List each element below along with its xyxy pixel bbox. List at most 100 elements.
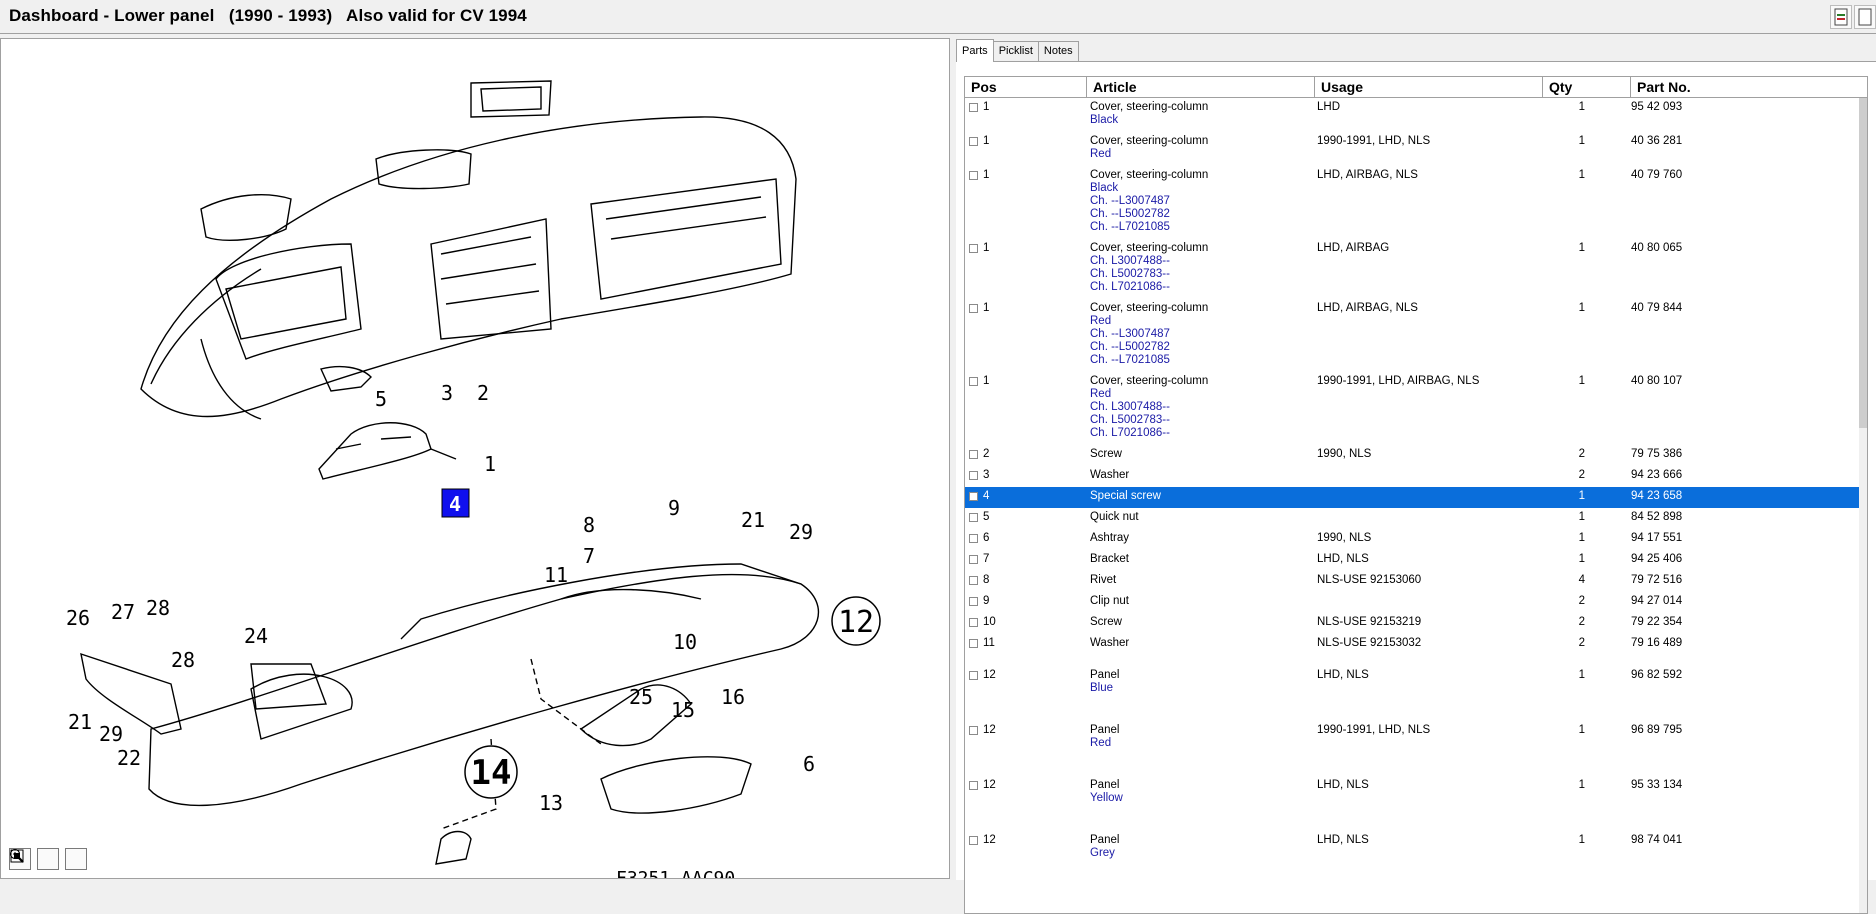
callout-26[interactable]: 26 [66, 606, 90, 630]
table-row[interactable]: 1 Cover, steering-column Red 1990-1991, LHD… [965, 132, 1860, 166]
table-row[interactable]: 10 Screw NLS-USE 92153219 2 79 22 354 [965, 613, 1860, 634]
row-checkbox[interactable] [969, 450, 978, 459]
callout-2[interactable]: 2 [477, 381, 489, 405]
tab-parts[interactable]: Parts [956, 39, 994, 62]
callout-8[interactable]: 8 [583, 513, 595, 537]
callout-21-top[interactable]: 21 [741, 508, 765, 532]
cell-qty-text: 1 [1578, 669, 1585, 681]
vertical-scrollbar[interactable] [1859, 98, 1867, 913]
article-detail: Red [1090, 315, 1112, 327]
callout-11[interactable]: 11 [544, 563, 568, 587]
row-checkbox[interactable] [969, 471, 978, 480]
exploded-drawing[interactable]: 5 3 2 1 8 9 21 29 7 11 26 27 28 28 24 10… [0, 38, 950, 879]
fit-page-icon[interactable] [10, 848, 87, 870]
table-row[interactable]: 11 Washer NLS-USE 92153032 2 79 16 489 [965, 634, 1860, 655]
callout-29-left[interactable]: 29 [99, 722, 123, 746]
cell-usage: 1990, NLS [1317, 445, 1371, 461]
callout-10[interactable]: 10 [673, 630, 697, 654]
cell-qty-text: 1 [1578, 242, 1585, 254]
parts-table: Pos Article Usage Qty Part No. 1 Cover, s… [964, 76, 1868, 914]
article-detail: Ch. L7021086-- [1090, 427, 1170, 439]
row-checkbox[interactable] [969, 513, 978, 522]
row-checkbox[interactable] [969, 781, 978, 790]
table-row[interactable]: 12 Panel Grey LHD, NLS 1 98 74 041 [965, 820, 1860, 875]
row-checkbox[interactable] [969, 492, 978, 501]
row-checkbox[interactable] [969, 597, 978, 606]
row-checkbox[interactable] [969, 576, 978, 585]
table-row[interactable]: 6 Ashtray 1990, NLS 1 94 17 551 [965, 529, 1860, 550]
row-checkbox[interactable] [969, 244, 978, 253]
callout-21-left[interactable]: 21 [68, 710, 92, 734]
col-pos[interactable]: Pos [965, 77, 1087, 97]
table-row[interactable]: 8 Rivet NLS-USE 92153060 4 79 72 516 [965, 571, 1860, 592]
callout-25[interactable]: 25 [629, 685, 653, 709]
col-article[interactable]: Article [1087, 77, 1315, 97]
cell-usage: LHD, NLS [1317, 550, 1369, 566]
cell-qty-text: 1 [1578, 724, 1585, 736]
table-row[interactable]: 5 Quick nut 1 84 52 898 [965, 508, 1860, 529]
cell-partno: 79 16 489 [1631, 634, 1682, 650]
row-checkbox[interactable] [969, 103, 978, 112]
row-checkbox[interactable] [969, 726, 978, 735]
cell-usage-text: LHD [1317, 101, 1341, 113]
zoom-out-icon[interactable] [10, 848, 59, 870]
callout-22[interactable]: 22 [117, 746, 141, 770]
table-row[interactable]: 1 Cover, steering-column Red Ch. L3007488--… [965, 372, 1860, 445]
row-checkbox[interactable] [969, 639, 978, 648]
svg-text:14: 14 [471, 753, 512, 793]
callout-9[interactable]: 9 [668, 496, 680, 520]
selected-callout-4[interactable]: 4 [441, 488, 470, 518]
callout-28-b[interactable]: 28 [171, 648, 195, 672]
row-checkbox[interactable] [969, 137, 978, 146]
article-detail: Ch. --L5002782 [1090, 341, 1170, 353]
callout-24[interactable]: 24 [244, 624, 268, 648]
row-checkbox[interactable] [969, 555, 978, 564]
print-icon[interactable] [1854, 5, 1876, 29]
row-checkbox[interactable] [969, 171, 978, 180]
table-row[interactable]: 9 Clip nut 2 94 27 014 [965, 592, 1860, 613]
row-checkbox[interactable] [969, 671, 978, 680]
table-row[interactable]: 12 Panel Blue LHD, NLS 1 96 82 592 [965, 655, 1860, 710]
cell-partno: 96 89 795 [1631, 721, 1682, 737]
row-checkbox[interactable] [969, 304, 978, 313]
tab-notes[interactable]: Notes [1037, 41, 1079, 62]
tab-picklist[interactable]: Picklist [992, 41, 1039, 62]
table-row[interactable]: 4 Special screw 1 94 23 658 [965, 487, 1860, 508]
row-checkbox[interactable] [969, 534, 978, 543]
table-row[interactable]: 12 Panel Red 1990-1991, LHD, NLS 1 96 89 795 [965, 710, 1860, 765]
table-row[interactable]: 1 Cover, steering-column Black LHD 1 95 42 09… [965, 98, 1860, 132]
table-row[interactable]: 7 Bracket LHD, NLS 1 94 25 406 [965, 550, 1860, 571]
callout-15[interactable]: 15 [671, 698, 695, 722]
table-row[interactable]: 3 Washer 2 94 23 666 [965, 466, 1860, 487]
callout-13[interactable]: 13 [539, 791, 563, 815]
row-checkbox[interactable] [969, 377, 978, 386]
callout-27[interactable]: 27 [111, 600, 135, 624]
picklist-add-icon[interactable] [1830, 5, 1852, 29]
table-row[interactable]: 1 Cover, steering-column Ch. L3007488-- Ch.… [965, 239, 1860, 299]
cell-qty-text: 1 [1578, 532, 1585, 544]
col-partno[interactable]: Part No. [1631, 77, 1867, 97]
callout-5[interactable]: 5 [375, 387, 387, 411]
callout-1[interactable]: 1 [484, 452, 496, 476]
callout-7[interactable]: 7 [583, 544, 595, 568]
col-qty[interactable]: Qty [1543, 77, 1631, 97]
callout-29-top[interactable]: 29 [789, 520, 813, 544]
row-checkbox[interactable] [969, 618, 978, 627]
cell-pos-text: 1 [983, 135, 990, 147]
table-row[interactable]: 1 Cover, steering-column Red Ch. --L3007487… [965, 299, 1860, 372]
callout-6[interactable]: 6 [803, 752, 815, 776]
cell-partno-text: 94 23 666 [1631, 469, 1683, 481]
table-row[interactable]: 1 Cover, steering-column Black Ch. --L30074… [965, 166, 1860, 239]
callout-3[interactable]: 3 [441, 381, 453, 405]
circled-callout-12[interactable]: 12 [831, 596, 881, 646]
circled-callout-14[interactable]: 14 [464, 745, 518, 799]
cell-usage-text: LHD, NLS [1317, 553, 1369, 565]
callout-28-a[interactable]: 28 [146, 596, 170, 620]
scrollbar-thumb[interactable] [1859, 98, 1867, 428]
col-usage[interactable]: Usage [1315, 77, 1543, 97]
table-row[interactable]: 12 Panel Yellow LHD, NLS 1 95 33 134 [965, 765, 1860, 820]
row-checkbox[interactable] [969, 836, 978, 845]
callout-16[interactable]: 16 [721, 685, 745, 709]
tab-strip: Parts Picklist Notes [956, 36, 1079, 62]
table-row[interactable]: 2 Screw 1990, NLS 2 79 75 386 [965, 445, 1860, 466]
